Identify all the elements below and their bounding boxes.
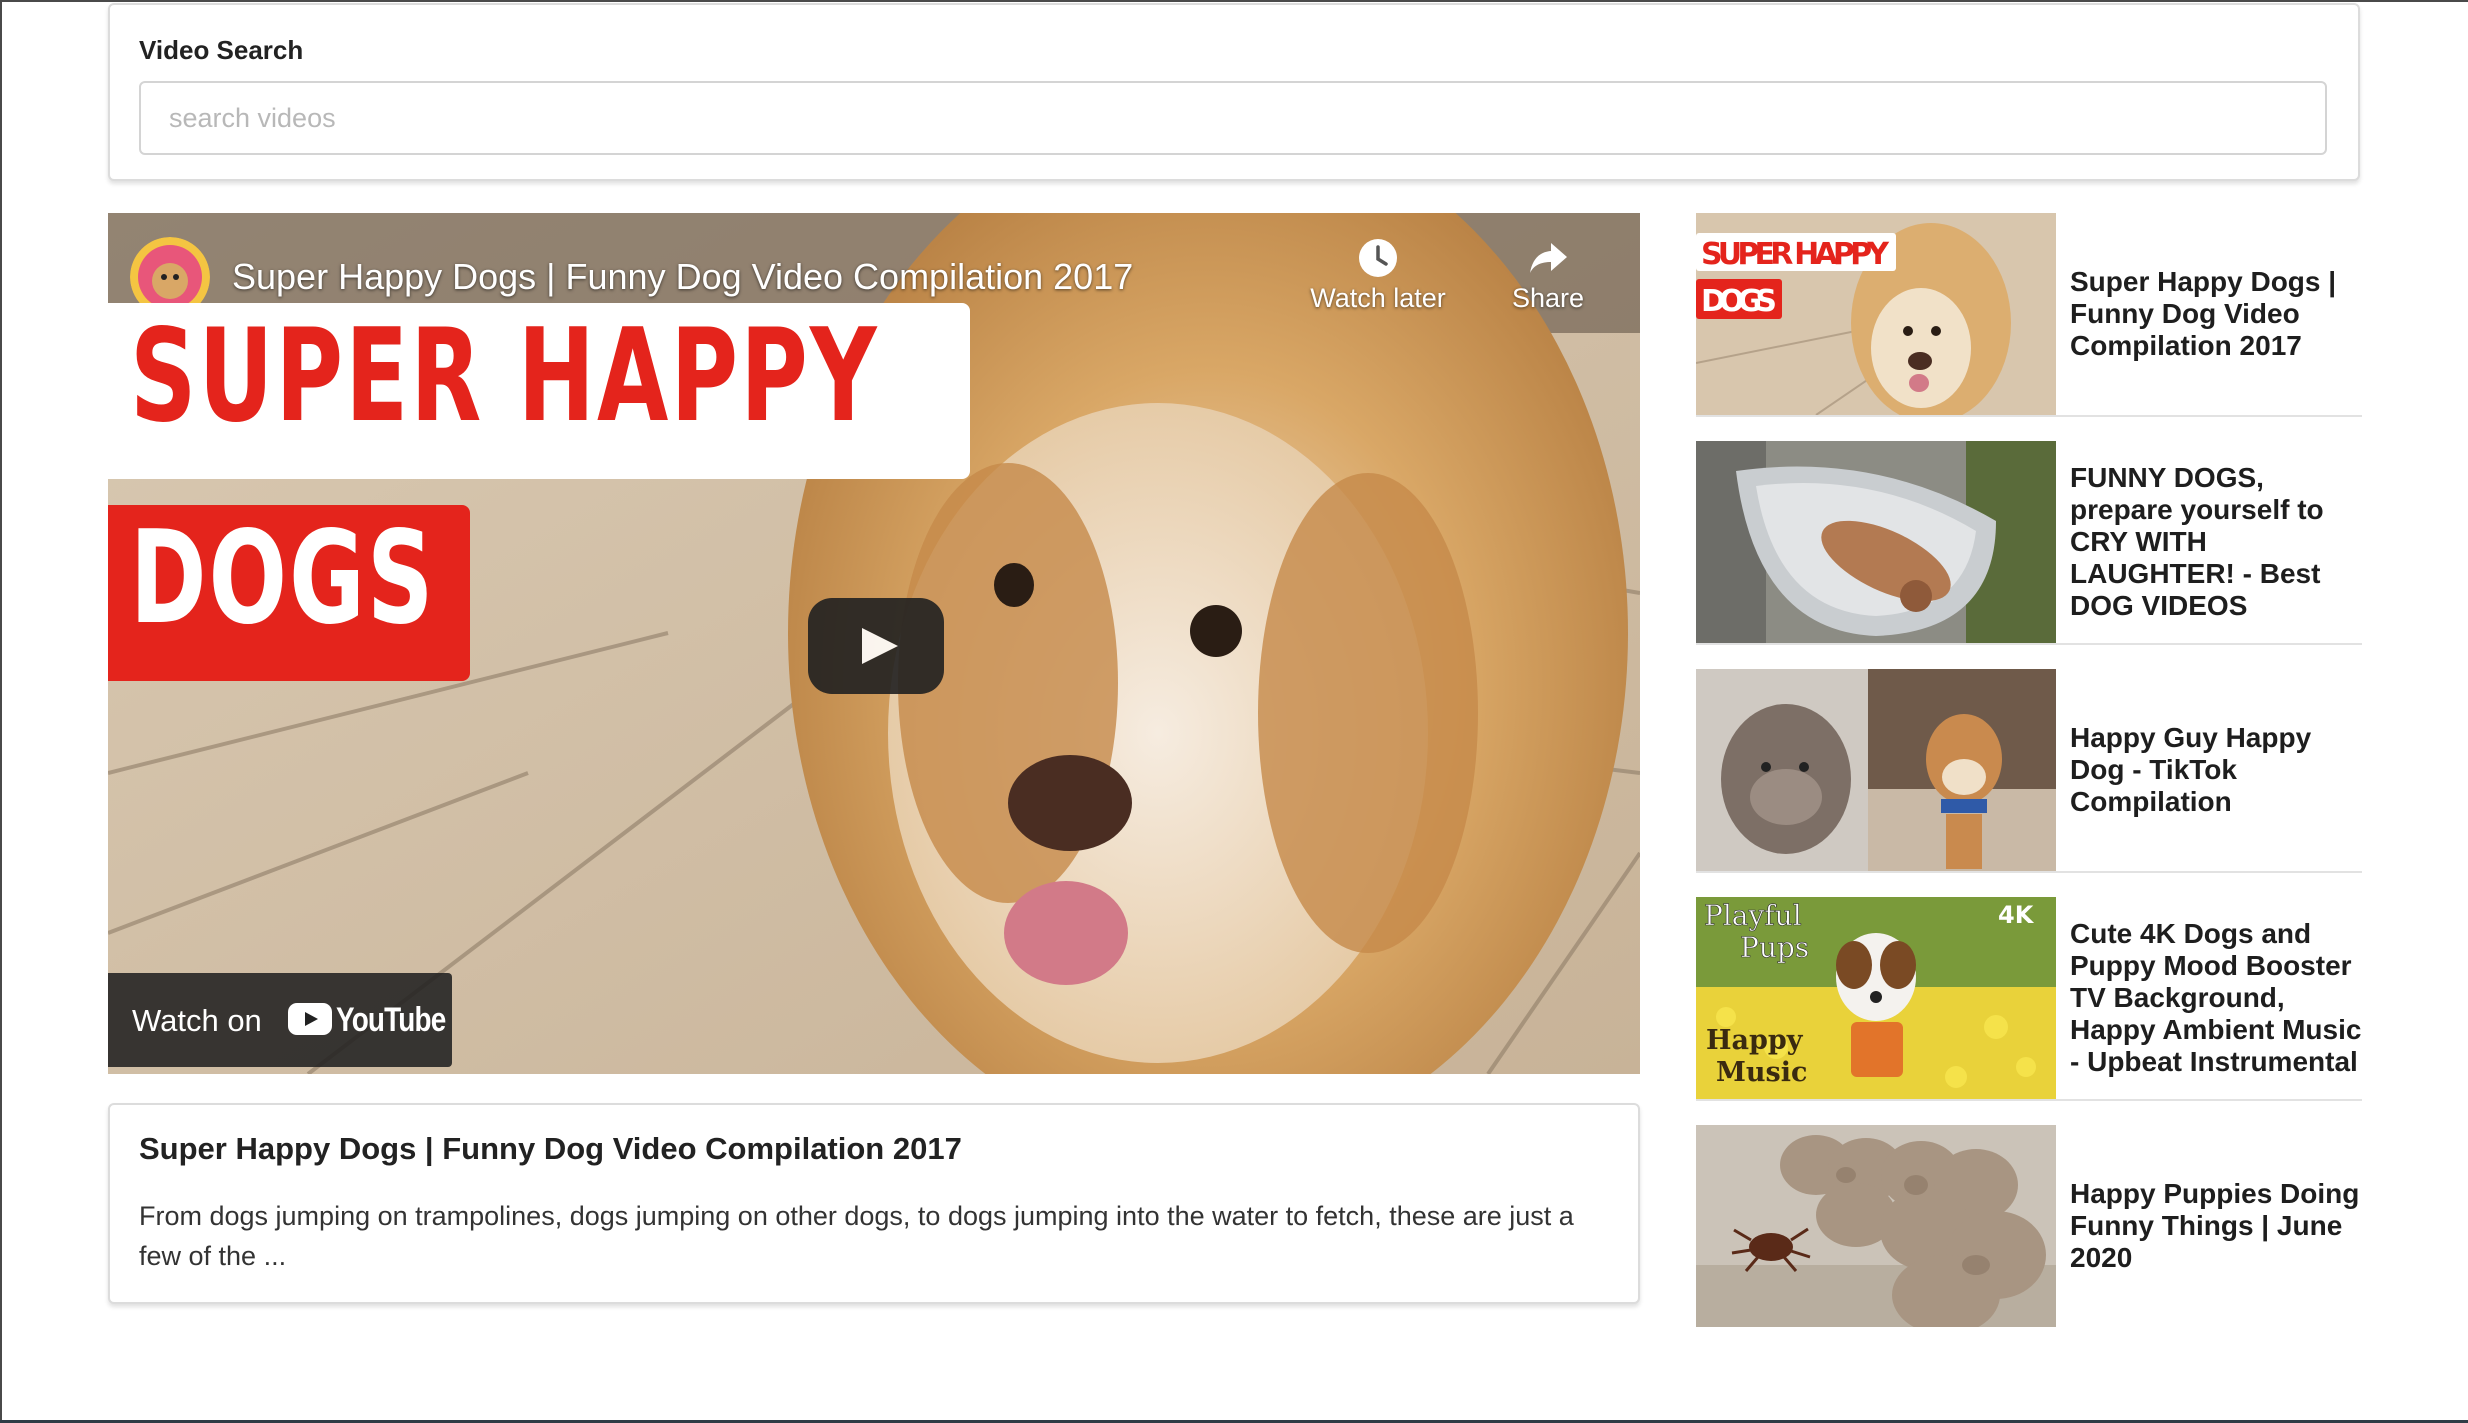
video-list-item[interactable]: Happy Guy Happy Dog - TikTok Compilation xyxy=(1696,669,2362,873)
clock-icon xyxy=(1359,239,1397,277)
search-label: Video Search xyxy=(139,35,304,65)
video-title-text: Super Happy Dogs | Funny Dog Video Compi… xyxy=(2070,266,2337,361)
window-frame-top xyxy=(0,0,2468,2)
thumbnail-text-playful: Playful xyxy=(1704,899,1802,932)
share-button[interactable]: Share xyxy=(1498,237,1598,314)
thumbnail-image xyxy=(1696,1125,2056,1327)
video-list-item[interactable]: SUPER HAPPY DOGS Super Happy Dogs | Funn… xyxy=(1696,213,2362,417)
video-list-item-title[interactable]: Cute 4K Dogs and Puppy Mood Booster TV B… xyxy=(2070,897,2362,1099)
video-thumbnail[interactable]: SUPER HAPPY DOGS xyxy=(1696,213,2056,415)
video-list-item-title[interactable]: Happy Guy Happy Dog - TikTok Compilation xyxy=(2070,669,2362,871)
window-frame-left xyxy=(0,0,2,1423)
video-list-item[interactable]: Playful Pups Happy Music 4K Cute 4K Dogs… xyxy=(1696,897,2362,1101)
youtube-wordmark: YouTube xyxy=(336,1001,446,1039)
thumbnail-image xyxy=(1696,441,2056,643)
video-list-item-title[interactable]: FUNNY DOGS, prepare yourself to CRY WITH… xyxy=(2070,441,2362,643)
video-thumbnail[interactable] xyxy=(1696,441,2056,643)
video-title-text: Happy Guy Happy Dog - TikTok Compilation xyxy=(2070,722,2312,817)
play-button[interactable] xyxy=(808,598,944,694)
selected-video-title: Super Happy Dogs | Funny Dog Video Compi… xyxy=(139,1131,962,1166)
watch-on-youtube-button[interactable]: Watch on YouTube xyxy=(108,973,452,1067)
thumbnail-text-pups: Pups xyxy=(1740,931,1809,964)
watch-on-label: Watch on xyxy=(132,1003,262,1038)
search-card: Video Search xyxy=(108,3,2360,181)
thumbnail-text-happy: Happy xyxy=(1706,1025,1804,1056)
video-list-item-title[interactable]: Happy Puppies Doing Funny Things | June … xyxy=(2070,1125,2362,1327)
video-title-text: FUNNY DOGS, prepare yourself to CRY WITH… xyxy=(2070,462,2324,621)
search-input[interactable] xyxy=(139,81,2327,155)
video-thumbnail[interactable] xyxy=(1696,1125,2056,1327)
thumbnail-image xyxy=(1696,669,2056,871)
video-banner-text-1: SUPER HAPPY xyxy=(130,302,879,451)
video-title-text: Happy Puppies Doing Funny Things | June … xyxy=(2070,1178,2360,1273)
video-banner-text-2: DOGS xyxy=(130,504,436,653)
share-label: Share xyxy=(1511,283,1585,313)
selected-video-description: From dogs jumping on trampolines, dogs j… xyxy=(139,1201,1574,1271)
thumbnail-image: SUPER HAPPY DOGS xyxy=(1696,213,2056,415)
thumbnail-text-music: Music xyxy=(1716,1057,1807,1088)
watch-later-button[interactable]: Watch later xyxy=(1308,237,1448,314)
thumbnail-text-dogs: DOGS xyxy=(1701,284,1777,319)
video-list-item[interactable]: Happy Puppies Doing Funny Things | June … xyxy=(1696,1125,2362,1329)
video-title-text: Cute 4K Dogs and Puppy Mood Booster TV B… xyxy=(2070,918,2362,1077)
youtube-logo-icon xyxy=(288,1003,332,1035)
video-thumbnail[interactable] xyxy=(1696,669,2056,871)
play-icon xyxy=(862,628,898,664)
video-thumbnail[interactable]: Playful Pups Happy Music 4K xyxy=(1696,897,2056,1099)
thumbnail-text-super-happy: SUPER HAPPY xyxy=(1701,237,1890,272)
video-list-item-title[interactable]: Super Happy Dogs | Funny Dog Video Compi… xyxy=(2070,213,2362,415)
video-info-card: Super Happy Dogs | Funny Dog Video Compi… xyxy=(108,1103,1640,1304)
watch-later-label: Watch later xyxy=(1310,283,1446,313)
player-video-title[interactable]: Super Happy Dogs | Funny Dog Video Compi… xyxy=(232,256,1133,298)
video-player[interactable]: Super Happy Dogs | Funny Dog Video Compi… xyxy=(108,213,1640,1074)
thumbnail-image: Playful Pups Happy Music 4K xyxy=(1696,897,2056,1099)
thumbnail-text-4k: 4K xyxy=(1998,901,2035,929)
share-arrow-icon xyxy=(1530,243,1567,273)
video-list-item[interactable]: FUNNY DOGS, prepare yourself to CRY WITH… xyxy=(1696,441,2362,645)
